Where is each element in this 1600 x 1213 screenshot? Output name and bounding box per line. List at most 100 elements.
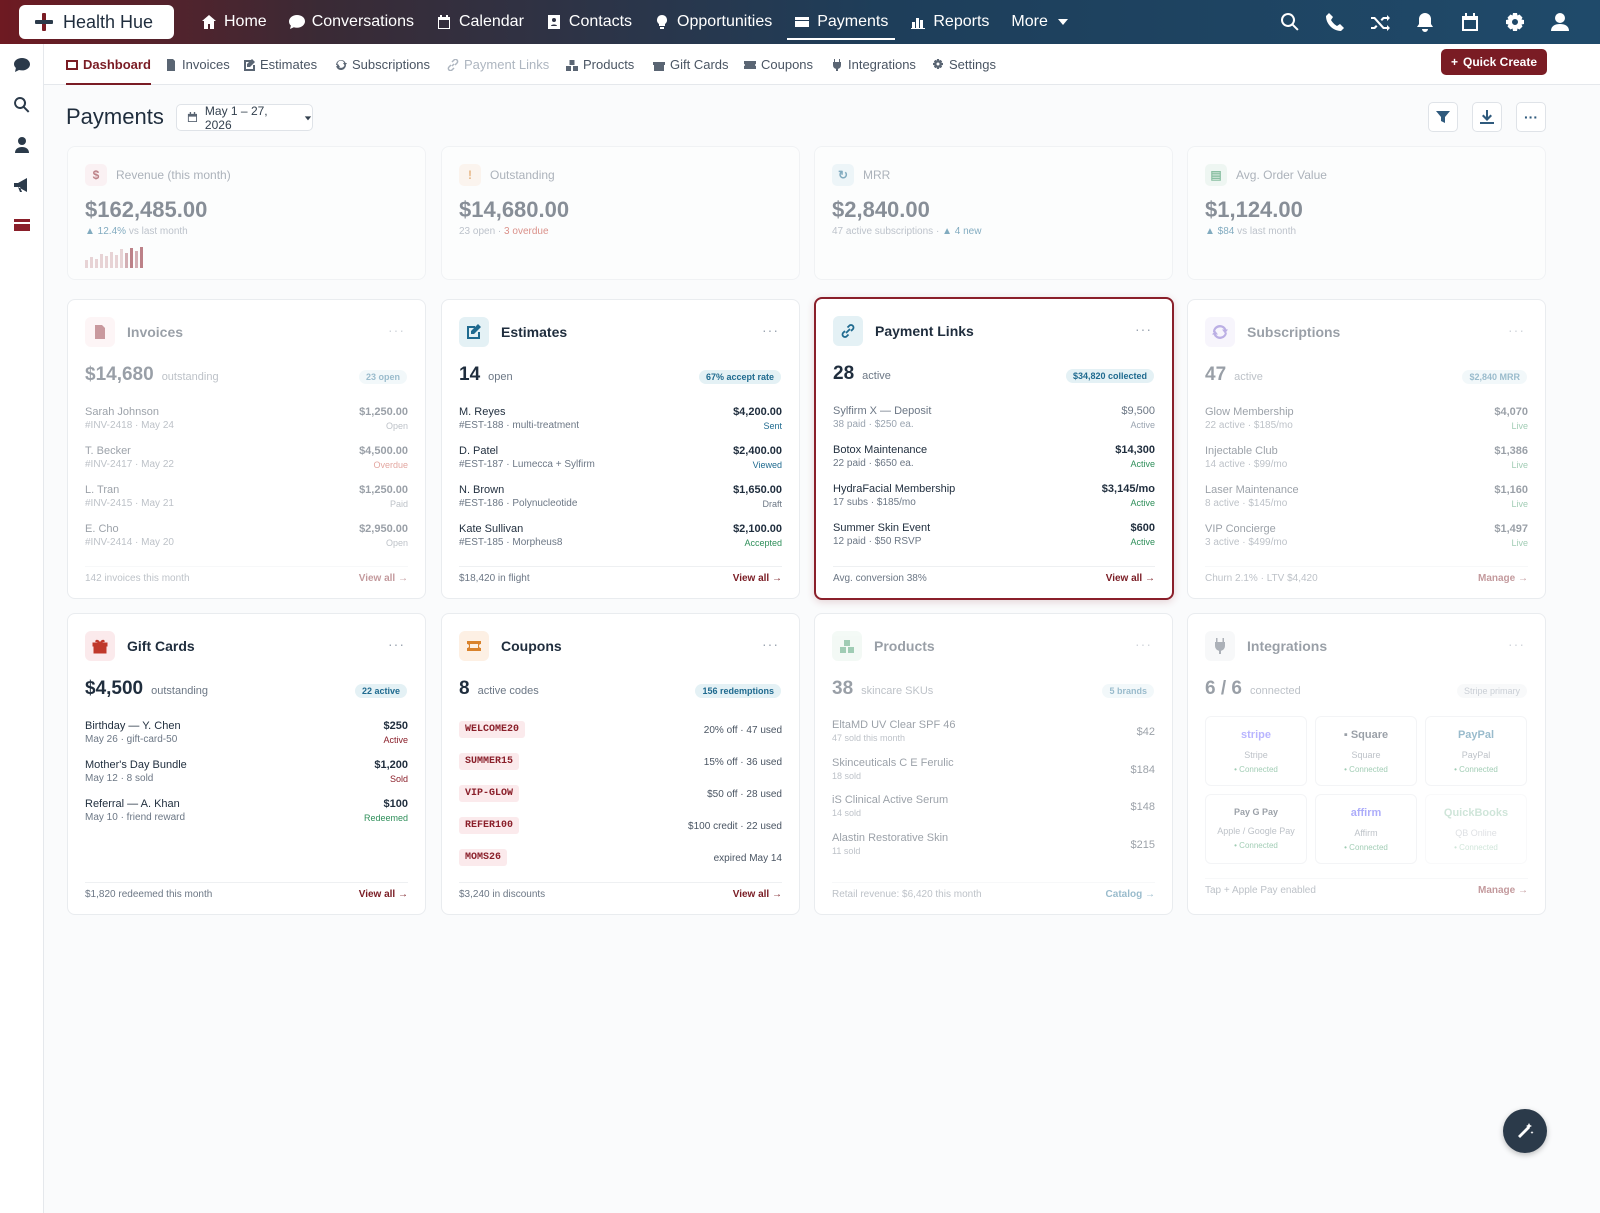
card-menu-icon[interactable]: ··· [762,636,779,652]
tab-subscriptions[interactable]: Subscriptions [335,44,430,85]
more-options-button[interactable]: ··· [1516,102,1546,132]
kpi-aov[interactable]: ▤ Avg. Order Value $1,124.00 ▲ $84 vs las… [1187,146,1546,280]
phone-icon[interactable] [1325,12,1345,32]
tab-settings[interactable]: Settings [932,44,996,85]
subscriptions-card[interactable]: Subscriptions ··· 47 active $2,840 MRR Gl… [1187,299,1546,599]
card-menu-icon[interactable]: ··· [762,322,779,338]
list-item[interactable]: MOMS26 expired May 14 [459,849,782,881]
rail-search[interactable] [13,96,31,114]
nav-reports[interactable]: Reports [899,0,1000,44]
list-item[interactable]: REFER100 $100 credit · 22 used [459,817,782,849]
list-item[interactable]: Birthday — Y. Chen May 26 · gift-card-50 $… [85,720,408,759]
tab-dashboard[interactable]: Dashboard [66,44,151,85]
card-menu-icon[interactable]: ··· [388,636,405,652]
list-item[interactable]: Botox Maintenance 22 paid · $650 ea. $14,3… [833,444,1155,483]
kpi-revenue[interactable]: $ Revenue (this month) $162,485.00 ▲ 12.4… [67,146,426,280]
list-item[interactable]: E. Cho #INV-2414 · May 20 $2,950.00 Open [85,523,408,562]
invoices-view-all-link[interactable]: View all → [359,573,408,584]
bell-icon[interactable] [1415,12,1435,32]
gift-cards-view-all-link[interactable]: View all → [359,889,408,900]
tab-estimates[interactable]: Estimates [243,44,317,85]
card-menu-icon[interactable]: ··· [1135,636,1152,652]
list-item[interactable]: VIP-GLOW $50 off · 28 used [459,785,782,817]
integration-tile-affirm[interactable]: affirm Affirm • Connected [1315,794,1417,864]
calendar-top-icon[interactable] [1460,12,1480,32]
list-item[interactable]: Skinceuticals C E Ferulic 18 sold $184 [832,757,1155,795]
integration-tile-quickbooks[interactable]: QuickBooks QB Online • Connected [1425,794,1527,864]
filter-button[interactable] [1428,102,1458,132]
user-icon[interactable] [1550,12,1570,32]
list-item[interactable]: L. Tran #INV-2415 · May 21 $1,250.00 Paid [85,484,408,523]
nav-payments[interactable]: Payments [783,0,899,44]
tab-integrations[interactable]: Integrations [831,44,916,85]
payment-links-card[interactable]: Payment Links ··· 28 active $34,820 colle… [814,297,1174,600]
card-menu-icon[interactable]: ··· [388,322,405,338]
list-item[interactable]: Sarah Johnson #INV-2418 · May 24 $1,250.00… [85,406,408,445]
tab-gift-cards[interactable]: Gift Cards [653,44,729,85]
list-item[interactable]: Sylfirm X — Deposit 38 paid · $250 ea. $9,… [833,405,1155,444]
rail-chat[interactable] [13,56,31,74]
rail-marketing[interactable] [13,176,31,194]
list-item[interactable]: iS Clinical Active Serum 14 sold $148 [832,794,1155,832]
integration-tile-stripe[interactable]: stripe Stripe • Connected [1205,716,1307,786]
list-item[interactable]: M. Reyes #EST-188 · multi-treatment $4,200… [459,406,782,445]
list-item[interactable]: Laser Maintenance 8 active · $145/mo $1,16… [1205,484,1528,523]
list-item[interactable]: Glow Membership 22 active · $185/mo $4,070… [1205,406,1528,445]
list-item[interactable]: Alastin Restorative Skin 11 sold $215 [832,832,1155,870]
list-item[interactable]: Injectable Club 14 active · $99/mo $1,386 L… [1205,445,1528,484]
search-icon[interactable] [1280,12,1300,32]
estimates-card[interactable]: Estimates ··· 14 open 67% accept rate M. … [441,299,800,599]
tab-payment-links[interactable]: Payment Links [447,44,549,85]
integrations-card[interactable]: Integrations ··· 6 / 6 connected Stripe p… [1187,613,1546,915]
coupons-card[interactable]: Coupons ··· 8 active codes 156 redemption… [441,613,800,915]
gift-cards-card[interactable]: Gift Cards ··· $4,500 outstanding 22 acti… [67,613,426,915]
card-menu-icon[interactable]: ··· [1508,636,1525,652]
nav-contacts[interactable]: Contacts [535,0,643,44]
list-item[interactable]: Summer Skin Event 12 paid · $50 RSVP $600 A… [833,522,1155,561]
kpi-outstanding[interactable]: ! Outstanding $14,680.00 23 open · 3 over… [441,146,800,280]
invoices-card[interactable]: Invoices ··· $14,680 outstanding 23 open … [67,299,426,599]
integration-tile-paypal[interactable]: PayPal PayPal • Connected [1425,716,1527,786]
list-item[interactable]: T. Becker #INV-2417 · May 22 $4,500.00 Over… [85,445,408,484]
list-item[interactable]: WELCOME20 20% off · 47 used [459,721,782,753]
list-item[interactable]: N. Brown #EST-186 · Polynucleotide $1,650.… [459,484,782,523]
list-item[interactable]: VIP Concierge 3 active · $499/mo $1,497 Liv… [1205,523,1528,562]
list-item[interactable]: Referral — A. Khan May 10 · friend reward… [85,798,408,837]
list-item[interactable]: HydraFacial Membership 17 subs · $185/mo $… [833,483,1155,522]
shuffle-icon[interactable] [1370,12,1390,32]
kpi-mrr[interactable]: ↻ MRR $2,840.00 47 active subscriptions ·… [814,146,1173,280]
quick-create-button[interactable]: + Quick Create [1441,49,1547,75]
date-range-picker[interactable]: May 1 – 27, 2026 [176,104,313,132]
list-item[interactable]: Mother's Day Bundle May 12 · 8 sold $1,200… [85,759,408,798]
tab-products[interactable]: Products [566,44,634,85]
list-item[interactable]: D. Patel #EST-187 · Lumecca + Sylfirm $2,4… [459,445,782,484]
integration-tile-apple-google-pay[interactable]: Pay G Pay Apple / Google Pay • Connected [1205,794,1307,864]
tab-invoices[interactable]: Invoices [165,44,230,85]
coupons-view-all-link[interactable]: View all → [733,889,782,900]
tab-coupons[interactable]: Coupons [744,44,813,85]
rail-contacts[interactable] [13,136,31,154]
products-catalog-link[interactable]: Catalog → [1106,889,1155,900]
nav-home[interactable]: Home [190,0,278,44]
rail-payments[interactable] [13,216,31,234]
card-menu-icon[interactable]: ··· [1508,322,1525,338]
list-item[interactable]: EltaMD UV Clear SPF 46 47 sold this month… [832,719,1155,757]
nav-conversations[interactable]: Conversations [278,0,425,44]
magic-assistant-button[interactable] [1503,1109,1547,1153]
subscriptions-manage-link[interactable]: Manage → [1478,573,1528,584]
integrations-manage-link[interactable]: Manage → [1478,885,1528,896]
app-logo[interactable]: Health Hue [19,5,174,39]
nav-more[interactable]: More [1000,0,1081,44]
nav-opportunities[interactable]: Opportunities [643,0,783,44]
row-name: Skinceuticals C E Ferulic [832,756,954,769]
payment-links-view-all-link[interactable]: View all → [1106,573,1155,584]
products-card[interactable]: Products ··· 38 skincare SKUs 5 brands El… [814,613,1173,915]
card-menu-icon[interactable]: ··· [1135,321,1152,337]
list-item[interactable]: SUMMER15 15% off · 36 used [459,753,782,785]
download-button[interactable] [1472,102,1502,132]
nav-calendar[interactable]: Calendar [425,0,535,44]
estimates-view-all-link[interactable]: View all → [733,573,782,584]
integration-tile-square[interactable]: ▪ Square Square • Connected [1315,716,1417,786]
list-item[interactable]: Kate Sullivan #EST-185 · Morpheus8 $2,100.… [459,523,782,562]
gear-icon[interactable] [1505,12,1525,32]
